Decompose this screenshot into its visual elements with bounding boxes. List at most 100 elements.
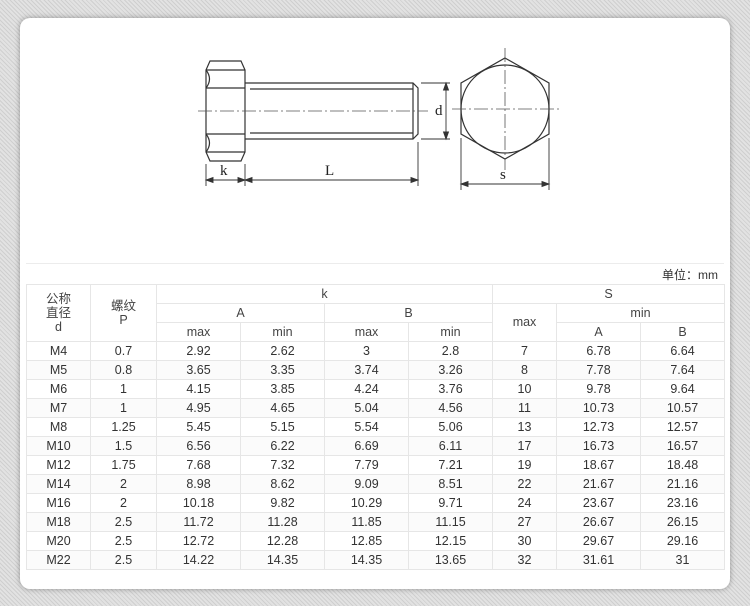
header-k-b-min: min [408,322,493,342]
header-k-grade-a: A [156,303,325,323]
cell-s-max: 32 [492,550,557,570]
cell-pitch: 2 [90,493,157,513]
cell-k-a-min: 11.28 [240,512,325,532]
cell-s-min-a: 7.78 [556,360,641,380]
cell-k-a-min: 3.35 [240,360,325,380]
cell-s-max: 7 [492,341,557,361]
cell-s-max: 27 [492,512,557,532]
cell-diameter: M7 [26,398,91,418]
table-row: M14 2 8.98 8.62 9.09 8.51 22 21.67 21.16 [26,474,726,494]
cell-diameter: M6 [26,379,91,399]
cell-k-b-min: 8.51 [408,474,493,494]
cell-s-max: 11 [492,398,557,418]
cell-s-min-a: 23.67 [556,493,641,513]
cell-pitch: 2.5 [90,531,157,551]
cell-pitch: 2 [90,474,157,494]
header-s-min-b: B [639,322,726,342]
cell-k-a-max: 5.45 [156,417,241,437]
cell-k-b-max: 9.09 [324,474,409,494]
cell-pitch: 1 [90,379,157,399]
cell-k-a-max: 4.95 [156,398,241,418]
table-row: M8 1.25 5.45 5.15 5.54 5.06 13 12.73 12.57 [26,417,726,437]
header-thread-pitch: 螺纹 P [90,284,157,342]
table-row: M7 1 4.95 4.65 5.04 4.56 11 10.73 10.57 [26,398,726,418]
dimension-label-d: d [435,103,443,119]
cell-k-b-max: 3 [324,341,409,361]
cell-pitch: 1.5 [90,436,157,456]
cell-diameter: M5 [26,360,91,380]
header-k-grade-b: B [324,303,493,323]
cell-k-b-min: 11.15 [408,512,493,532]
cell-k-b-min: 9.71 [408,493,493,513]
table-row: M12 1.75 7.68 7.32 7.79 7.21 19 18.67 18.48 [26,455,726,475]
cell-diameter: M12 [26,455,91,475]
cell-k-b-min: 12.15 [408,531,493,551]
cell-k-a-min: 3.85 [240,379,325,399]
cell-k-a-min: 14.35 [240,550,325,570]
cell-k-b-max: 6.69 [324,436,409,456]
cell-k-b-max: 11.85 [324,512,409,532]
cell-s-max: 30 [492,531,557,551]
cell-s-min-b: 26.15 [639,512,726,532]
cell-k-b-max: 12.85 [324,531,409,551]
cell-pitch: 2.5 [90,550,157,570]
cell-k-a-max: 7.68 [156,455,241,475]
cell-s-max: 13 [492,417,557,437]
cell-s-min-b: 16.57 [639,436,726,456]
header-s: S [491,284,726,304]
header-k-a-min: min [240,322,325,342]
cell-k-b-min: 3.26 [408,360,493,380]
table-row: M22 2.5 14.22 14.35 14.35 13.65 32 31.61 31 [26,550,726,570]
header-k: k [156,284,493,304]
cell-s-min-a: 21.67 [556,474,641,494]
unit-label: 单位：mm [662,268,718,282]
cell-s-max: 10 [492,379,557,399]
cell-s-max: 8 [492,360,557,380]
header-s-max: max [492,303,557,342]
cell-s-min-b: 21.16 [639,474,726,494]
cell-s-max: 22 [492,474,557,494]
cell-s-min-b: 29.16 [639,531,726,551]
cell-k-b-min: 6.11 [408,436,493,456]
cell-k-b-min: 5.06 [408,417,493,437]
bolt-spec-table: 公称 直径 d 螺纹 P k S A B max min max min max… [26,284,726,570]
cell-s-min-b: 18.48 [639,455,726,475]
cell-pitch: 2.5 [90,512,157,532]
cell-pitch: 1 [90,398,157,418]
table-row: M16 2 10.18 9.82 10.29 9.71 24 23.67 23.16 [26,493,726,513]
header-k-b-max: max [324,322,409,342]
cell-k-b-min: 2.8 [408,341,493,361]
cell-k-b-min: 3.76 [408,379,493,399]
cell-k-b-min: 4.56 [408,398,493,418]
cell-s-min-a: 12.73 [556,417,641,437]
cell-diameter: M10 [26,436,91,456]
cell-pitch: 0.7 [90,341,157,361]
cell-k-a-min: 7.32 [240,455,325,475]
cell-k-a-max: 11.72 [156,512,241,532]
header-nominal-diameter: 公称 直径 d [26,284,91,342]
cell-k-a-max: 8.98 [156,474,241,494]
cell-k-a-min: 6.22 [240,436,325,456]
divider [26,263,724,264]
cell-diameter: M4 [26,341,91,361]
table-body: M4 0.7 2.92 2.62 3 2.8 7 6.78 6.64 M5 0.8 3.65 3.35 3… [26,341,726,570]
cell-s-min-a: 16.73 [556,436,641,456]
table-row: M18 2.5 11.72 11.28 11.85 11.15 27 26.67 26.15 [26,512,726,532]
cell-k-b-max: 10.29 [324,493,409,513]
cell-s-max: 19 [492,455,557,475]
cell-s-max: 24 [492,493,557,513]
cell-diameter: M20 [26,531,91,551]
table-row: M6 1 4.15 3.85 4.24 3.76 10 9.78 9.64 [26,379,726,399]
cell-diameter: M8 [26,417,91,437]
cell-s-max: 17 [492,436,557,456]
cell-s-min-a: 6.78 [556,341,641,361]
cell-s-min-b: 12.57 [639,417,726,437]
cell-pitch: 1.75 [90,455,157,475]
cell-k-b-max: 7.79 [324,455,409,475]
table-row: M5 0.8 3.65 3.35 3.74 3.26 8 7.78 7.64 [26,360,726,380]
cell-k-a-min: 2.62 [240,341,325,361]
hex-bolt-drawing: k L d s [198,48,560,190]
cell-k-b-min: 7.21 [408,455,493,475]
dimension-label-s: s [500,167,506,183]
header-s-min: min [555,303,726,323]
